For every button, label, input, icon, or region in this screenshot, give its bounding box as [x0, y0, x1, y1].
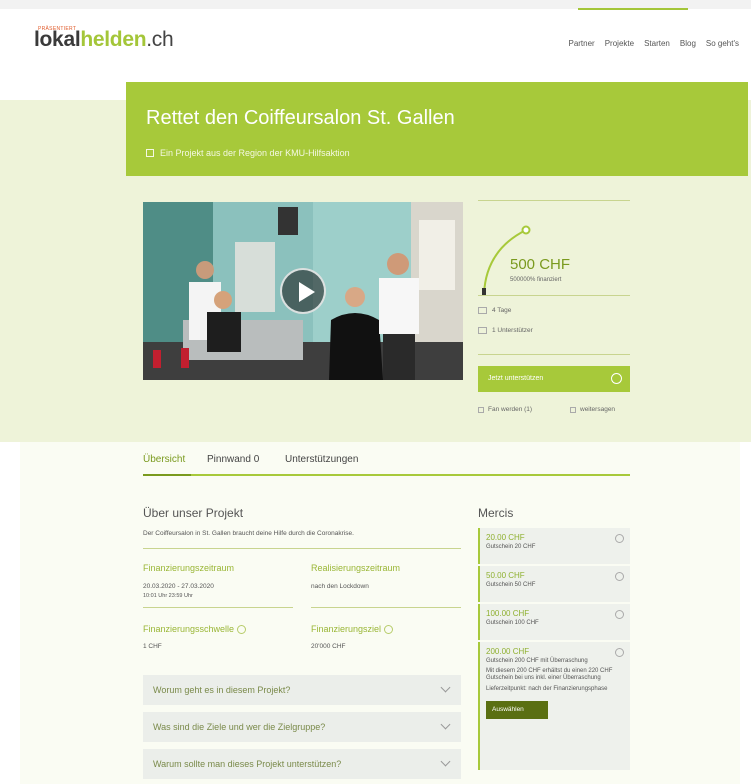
calendar-icon [478, 307, 487, 314]
logo-part-helden: helden [80, 28, 147, 51]
about-heading: Über unser Projekt [143, 506, 244, 520]
info-icon[interactable] [615, 610, 624, 619]
merci-item-expanded[interactable]: 200.00 CHF Gutschein 200 CHF mit Überras… [478, 642, 630, 770]
share-icon [570, 406, 576, 413]
about-text: Der Coiffeursalon in St. Gallen braucht … [143, 530, 354, 537]
info-icon[interactable] [615, 534, 624, 543]
funding-period-dates: 20.03.2020 - 27.03.2020 [143, 583, 214, 590]
fan-label: Fan werden (1) [488, 406, 533, 413]
merci-delivery: Lieferzeitpunkt: nach der Finanzierungsp… [486, 686, 608, 692]
funded-percentage: 500000% finanziert [510, 277, 562, 283]
merci-price: 100.00 CHF [486, 609, 530, 618]
realization-rule [311, 607, 461, 608]
info-icon[interactable] [615, 572, 624, 581]
supporter-count: 1 Unterstützer [478, 327, 533, 334]
funding-period-rule [143, 607, 293, 608]
realization-value: nach den Lockdown [311, 583, 369, 590]
info-icon[interactable] [237, 625, 247, 635]
logo-domain: .ch [146, 28, 174, 51]
merci-item[interactable]: 20.00 CHF Gutschein 20 CHF [478, 528, 630, 564]
project-subtitle: Ein Projekt aus der Region der KMU-Hilfs… [146, 148, 350, 158]
info-icon[interactable] [384, 625, 394, 635]
faq-item[interactable]: Was sind die Ziele und wer die Zielgrupp… [143, 712, 461, 742]
merci-description: Gutschein 20 CHF [486, 544, 536, 550]
about-rule [143, 548, 461, 549]
mercis-heading: Mercis [478, 506, 514, 520]
nav-projekte[interactable]: Projekte [605, 39, 634, 48]
threshold-label: Finanzierungsschwelle [143, 624, 247, 635]
nav-starten[interactable]: Starten [644, 39, 670, 48]
arrow-circle-icon [611, 373, 622, 384]
faq-question: Was sind die Ziele und wer die Zielgrupp… [153, 722, 326, 732]
funding-period-label: Finanzierungszeitraum [143, 563, 235, 573]
info-icon[interactable] [615, 648, 624, 657]
days-left-text: 4 Tage [492, 307, 512, 314]
funded-amount: 500 CHF [510, 256, 571, 273]
people-icon [478, 327, 487, 334]
project-subtitle-text: Ein Projekt aus der Region der KMU-Hilfs… [160, 148, 350, 158]
merci-item[interactable]: 50.00 CHF Gutschein 50 CHF [478, 566, 630, 602]
chevron-down-icon [440, 719, 451, 730]
choose-merci-button[interactable]: Auswählen [486, 701, 548, 719]
goal-label-text: Finanzierungsziel [311, 624, 382, 634]
chevron-down-icon [440, 682, 451, 693]
support-button[interactable]: Jetzt unterstützen [478, 366, 630, 392]
funding-gauge [482, 225, 531, 296]
nav-partner[interactable]: Partner [568, 39, 594, 48]
panel-rule-top [478, 200, 630, 201]
fan-button[interactable]: Fan werden (1) [478, 406, 532, 413]
funding-period-times: 10:01 Uhr 23:59 Uhr [143, 593, 193, 599]
merci-details: Mit diesem 200 CHF erhältst du einen 220… [486, 668, 613, 681]
merci-price: 200.00 CHF [486, 647, 530, 656]
active-tab-indicator [143, 474, 191, 476]
supporter-count-text: 1 Unterstützer [492, 327, 533, 334]
nav-so-gehts[interactable]: So geht's [706, 39, 739, 48]
tab-unterstuetzungen[interactable]: Unterstützungen [285, 454, 358, 465]
merci-price: 20.00 CHF [486, 533, 525, 542]
merci-description: Gutschein 50 CHF [486, 582, 536, 588]
faq-item[interactable]: Warum sollte man dieses Projekt unterstü… [143, 749, 461, 779]
goal-label: Finanzierungsziel [311, 624, 394, 635]
share-label: weitersagen [580, 406, 616, 413]
faq-question: Worum geht es in diesem Projekt? [153, 685, 291, 695]
project-banner: Rettet den Coiffeursalon St. Gallen Ein … [126, 82, 748, 176]
region-icon [146, 149, 154, 157]
merci-price: 50.00 CHF [486, 571, 525, 580]
threshold-value: 1 CHF [143, 643, 162, 650]
realization-label: Realisierungszeitraum [311, 563, 401, 573]
chevron-down-icon [440, 756, 451, 767]
logo-tagline: präsentiert [38, 26, 77, 32]
panel-rule-1 [478, 295, 630, 296]
faq-question: Warum sollte man dieses Projekt unterstü… [153, 759, 342, 769]
support-button-label: Jetzt unterstützen [488, 375, 544, 382]
tab-pinnwand[interactable]: Pinnwand 0 [207, 454, 259, 465]
site-header: präsentiert lokalhelden.ch Partner Proje… [0, 10, 751, 78]
funding-panel: 500 CHF 500000% finanziert 4 Tage 1 Unte… [478, 200, 630, 420]
merci-description: Gutschein 200 CHF mit Überraschung [486, 658, 588, 664]
site-logo[interactable]: präsentiert lokalhelden.ch [34, 26, 174, 52]
goal-value: 20'000 CHF [311, 643, 346, 650]
project-title: Rettet den Coiffeursalon St. Gallen [146, 107, 455, 129]
merci-description: Gutschein 100 CHF [486, 620, 539, 626]
main-nav: Partner Projekte Starten Blog So geht's [568, 39, 739, 48]
days-left: 4 Tage [478, 307, 511, 314]
nav-blog[interactable]: Blog [680, 39, 696, 48]
play-button[interactable] [280, 268, 326, 314]
faq-item[interactable]: Worum geht es in diesem Projekt? [143, 675, 461, 705]
merci-item[interactable]: 100.00 CHF Gutschein 100 CHF [478, 604, 630, 640]
tab-uebersicht[interactable]: Übersicht [143, 454, 185, 465]
project-tabs: Übersicht Pinnwand 0 Unterstützungen [143, 450, 630, 476]
share-button[interactable]: weitersagen [570, 406, 615, 413]
threshold-label-text: Finanzierungsschwelle [143, 624, 235, 634]
panel-rule-2 [478, 354, 630, 355]
project-video[interactable] [143, 202, 463, 380]
heart-icon [478, 406, 484, 413]
